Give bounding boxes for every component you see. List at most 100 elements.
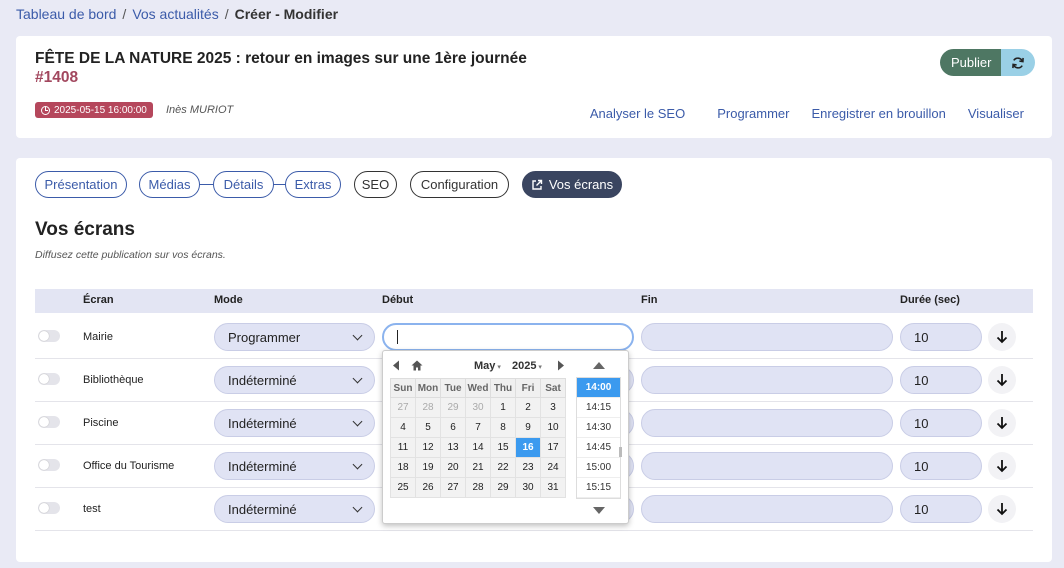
save-draft-link[interactable]: Enregistrer en brouillon [811, 106, 945, 121]
calendar-day[interactable]: 29 [490, 477, 516, 498]
move-down-button[interactable] [988, 323, 1016, 351]
calendar-day[interactable]: 11 [390, 437, 416, 458]
calendar-day[interactable]: 20 [440, 457, 466, 478]
mode-value: Indéterminé [228, 372, 297, 388]
calendar-day[interactable]: 9 [515, 417, 541, 438]
duration-input[interactable]: 10 [900, 452, 982, 480]
move-down-button[interactable] [988, 452, 1016, 480]
duration-input[interactable]: 10 [900, 409, 982, 437]
tab-presentation[interactable]: Présentation [35, 171, 127, 198]
preview-link[interactable]: Visualiser [968, 106, 1024, 121]
mode-select[interactable]: Indéterminé [214, 366, 375, 394]
tab-seo[interactable]: SEO [354, 171, 397, 198]
calendar-day[interactable]: 30 [515, 477, 541, 498]
calendar-grid: Sun Mon Tue Wed Thu Fri Sat 27 28 29 30 … [390, 378, 566, 498]
calendar-day[interactable]: 5 [415, 417, 441, 438]
calendar-day[interactable]: 4 [390, 417, 416, 438]
schedule-link[interactable]: Programmer [717, 106, 789, 121]
screen-toggle[interactable] [38, 459, 60, 471]
calendar-day[interactable]: 24 [540, 457, 566, 478]
time-scroll-down-icon[interactable] [593, 507, 605, 514]
calendar-day[interactable]: 23 [515, 457, 541, 478]
mode-select[interactable]: Programmer [214, 323, 375, 351]
time-option[interactable]: 14:45 [577, 438, 620, 458]
year-select[interactable]: 2025 ▾ [512, 360, 542, 372]
screen-name: Mairie [83, 331, 113, 343]
duration-input[interactable]: 10 [900, 495, 982, 523]
time-option[interactable]: 15:00 [577, 458, 620, 478]
post-title: FÊTE DE LA NATURE 2025 : retour en image… [35, 50, 527, 67]
breadcrumb-news[interactable]: Vos actualités [132, 6, 218, 22]
time-option[interactable]: 15:15 [577, 478, 620, 498]
screen-toggle[interactable] [38, 502, 60, 514]
move-down-button[interactable] [988, 409, 1016, 437]
screen-toggle[interactable] [38, 373, 60, 385]
clock-icon [41, 105, 50, 115]
tab-details[interactable]: Détails [213, 171, 274, 198]
calendar-day[interactable]: 6 [440, 417, 466, 438]
sync-button[interactable] [1001, 49, 1036, 76]
end-date-input[interactable] [641, 323, 893, 351]
calendar-day[interactable]: 15 [490, 437, 516, 458]
text-caret [397, 330, 398, 344]
calendar-day[interactable]: 27 [390, 397, 416, 418]
publish-button[interactable]: Publier [940, 49, 1002, 76]
start-date-input[interactable] [382, 323, 634, 351]
column-header-duration: Durée (sec) [900, 294, 960, 306]
calendar-day[interactable]: 25 [390, 477, 416, 498]
tab-extras[interactable]: Extras [285, 171, 341, 198]
calendar-day[interactable]: 29 [440, 397, 466, 418]
prev-month-icon[interactable] [392, 360, 400, 371]
move-down-button[interactable] [988, 366, 1016, 394]
calendar-day[interactable]: 1 [490, 397, 516, 418]
calendar-day[interactable]: 10 [540, 417, 566, 438]
time-scrollbar[interactable] [619, 447, 622, 457]
tab-vos-ecrans[interactable]: Vos écrans [522, 171, 622, 198]
calendar-day[interactable]: 8 [490, 417, 516, 438]
mode-select[interactable]: Indéterminé [214, 409, 375, 437]
end-date-input[interactable] [641, 409, 893, 437]
time-option-selected[interactable]: 14:00 [577, 378, 620, 398]
month-select[interactable]: May ▾ [474, 360, 501, 372]
move-down-button[interactable] [988, 495, 1016, 523]
end-date-input[interactable] [641, 495, 893, 523]
calendar-day[interactable]: 14 [465, 437, 491, 458]
screen-toggle[interactable] [38, 416, 60, 428]
tab-medias[interactable]: Médias [139, 171, 200, 198]
calendar-day[interactable]: 12 [415, 437, 441, 458]
time-scroll-up-icon[interactable] [593, 362, 605, 369]
duration-input[interactable]: 10 [900, 366, 982, 394]
calendar-day[interactable]: 13 [440, 437, 466, 458]
calendar-day[interactable]: 17 [540, 437, 566, 458]
external-link-icon [532, 179, 543, 190]
mode-select[interactable]: Indéterminé [214, 452, 375, 480]
calendar-day[interactable]: 2 [515, 397, 541, 418]
column-header-end: Fin [641, 294, 658, 306]
end-date-input[interactable] [641, 452, 893, 480]
mode-select[interactable]: Indéterminé [214, 495, 375, 523]
end-date-input[interactable] [641, 366, 893, 394]
next-month-icon[interactable] [557, 360, 565, 371]
tab-configuration[interactable]: Configuration [410, 171, 509, 198]
calendar-day[interactable]: 31 [540, 477, 566, 498]
calendar-day[interactable]: 30 [465, 397, 491, 418]
calendar-day[interactable]: 28 [465, 477, 491, 498]
calendar-day-selected[interactable]: 16 [515, 437, 541, 458]
calendar-day[interactable]: 22 [490, 457, 516, 478]
analyze-seo-link[interactable]: Analyser le SEO [590, 106, 685, 121]
duration-input[interactable]: 10 [900, 323, 982, 351]
time-option[interactable]: 14:30 [577, 418, 620, 438]
calendar-day[interactable]: 3 [540, 397, 566, 418]
calendar-day[interactable]: 27 [440, 477, 466, 498]
calendar-day[interactable]: 21 [465, 457, 491, 478]
calendar-day[interactable]: 19 [415, 457, 441, 478]
time-option[interactable]: 14:15 [577, 398, 620, 418]
screen-toggle[interactable] [38, 330, 60, 342]
post-header-card: FÊTE DE LA NATURE 2025 : retour en image… [16, 36, 1052, 138]
home-icon[interactable] [411, 360, 423, 371]
calendar-day[interactable]: 7 [465, 417, 491, 438]
calendar-day[interactable]: 28 [415, 397, 441, 418]
calendar-day[interactable]: 26 [415, 477, 441, 498]
calendar-day[interactable]: 18 [390, 457, 416, 478]
breadcrumb-home[interactable]: Tableau de bord [16, 6, 116, 22]
